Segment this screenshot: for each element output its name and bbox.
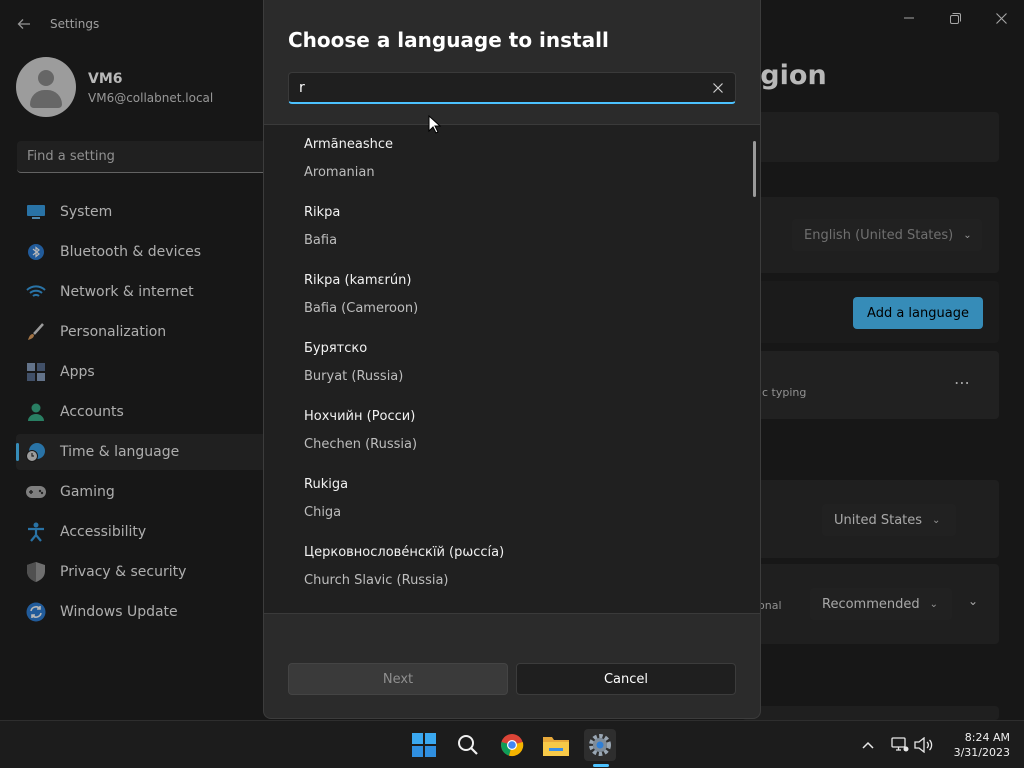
- language-option[interactable]: Церковнослове́нскїй (рѡссі́а) Church Sla…: [304, 533, 734, 597]
- file-explorer-icon: [543, 737, 569, 756]
- language-english-name: Chiga: [304, 505, 342, 520]
- clock-date: 3/31/2023: [953, 746, 1010, 759]
- list-scrollbar[interactable]: [753, 141, 756, 197]
- language-english-name: Bafia (Cameroon): [304, 301, 419, 316]
- language-option[interactable]: Нохчийн (Росси) Chechen (Russia): [304, 397, 734, 461]
- next-button[interactable]: Next: [288, 663, 508, 695]
- taskbar-search-button[interactable]: [452, 729, 484, 761]
- taskbar: 8:24 AM 3/31/2023: [0, 720, 1024, 768]
- network-icon: [891, 737, 909, 752]
- language-native-name: Церковнослове́нскїй (рѡссі́а): [304, 545, 505, 560]
- chevron-up-icon: [862, 741, 874, 749]
- language-english-name: Bafia: [304, 233, 338, 248]
- language-option[interactable]: Rikpa (kamɛrún) Bafia (Cameroon): [304, 261, 734, 325]
- language-native-name: Rikpa (kamɛrún): [304, 273, 412, 288]
- settings-button[interactable]: [584, 729, 616, 761]
- language-native-name: Rukiga: [304, 477, 349, 492]
- chrome-button[interactable]: [496, 729, 528, 761]
- choose-language-dialog: Choose a language to install r Armãneash…: [263, 0, 761, 719]
- language-native-name: Бурятско: [304, 341, 368, 356]
- active-app-indicator: [593, 764, 609, 767]
- language-search-input[interactable]: r: [288, 72, 736, 104]
- language-native-name: Rikpa: [304, 205, 341, 220]
- clock-time: 8:24 AM: [964, 731, 1010, 744]
- language-option[interactable]: Бурятско Buryat (Russia): [304, 329, 734, 393]
- language-native-name: Armãneashce: [304, 137, 394, 152]
- file-explorer-button[interactable]: [540, 729, 572, 761]
- system-clock[interactable]: 8:24 AM 3/31/2023: [930, 730, 1010, 760]
- network-status[interactable]: [890, 735, 910, 755]
- mouse-cursor-icon: [428, 115, 442, 134]
- language-option[interactable]: Rukiga Chiga: [304, 465, 734, 529]
- cancel-button[interactable]: Cancel: [516, 663, 736, 695]
- start-button[interactable]: [408, 729, 440, 761]
- settings-icon: [589, 734, 611, 756]
- language-english-name: Aromanian: [304, 165, 375, 180]
- dialog-title: Choose a language to install: [288, 28, 609, 52]
- language-list[interactable]: Armãneashce Aromanian Rikpa Bafia Rikpa …: [264, 124, 760, 614]
- windows-start-icon: [412, 733, 436, 757]
- close-icon: [713, 83, 723, 93]
- clear-search-button[interactable]: [710, 80, 726, 96]
- language-english-name: Chechen (Russia): [304, 437, 418, 452]
- search-icon: [458, 735, 478, 755]
- language-option[interactable]: Armãneashce Aromanian: [304, 125, 734, 189]
- language-native-name: Нохчийн (Росси): [304, 409, 416, 424]
- language-english-name: Buryat (Russia): [304, 369, 404, 384]
- show-hidden-icons-button[interactable]: [858, 735, 878, 755]
- language-english-name: Church Slavic (Russia): [304, 573, 449, 588]
- language-option[interactable]: Rikpa Bafia: [304, 193, 734, 257]
- chrome-icon: [501, 734, 524, 757]
